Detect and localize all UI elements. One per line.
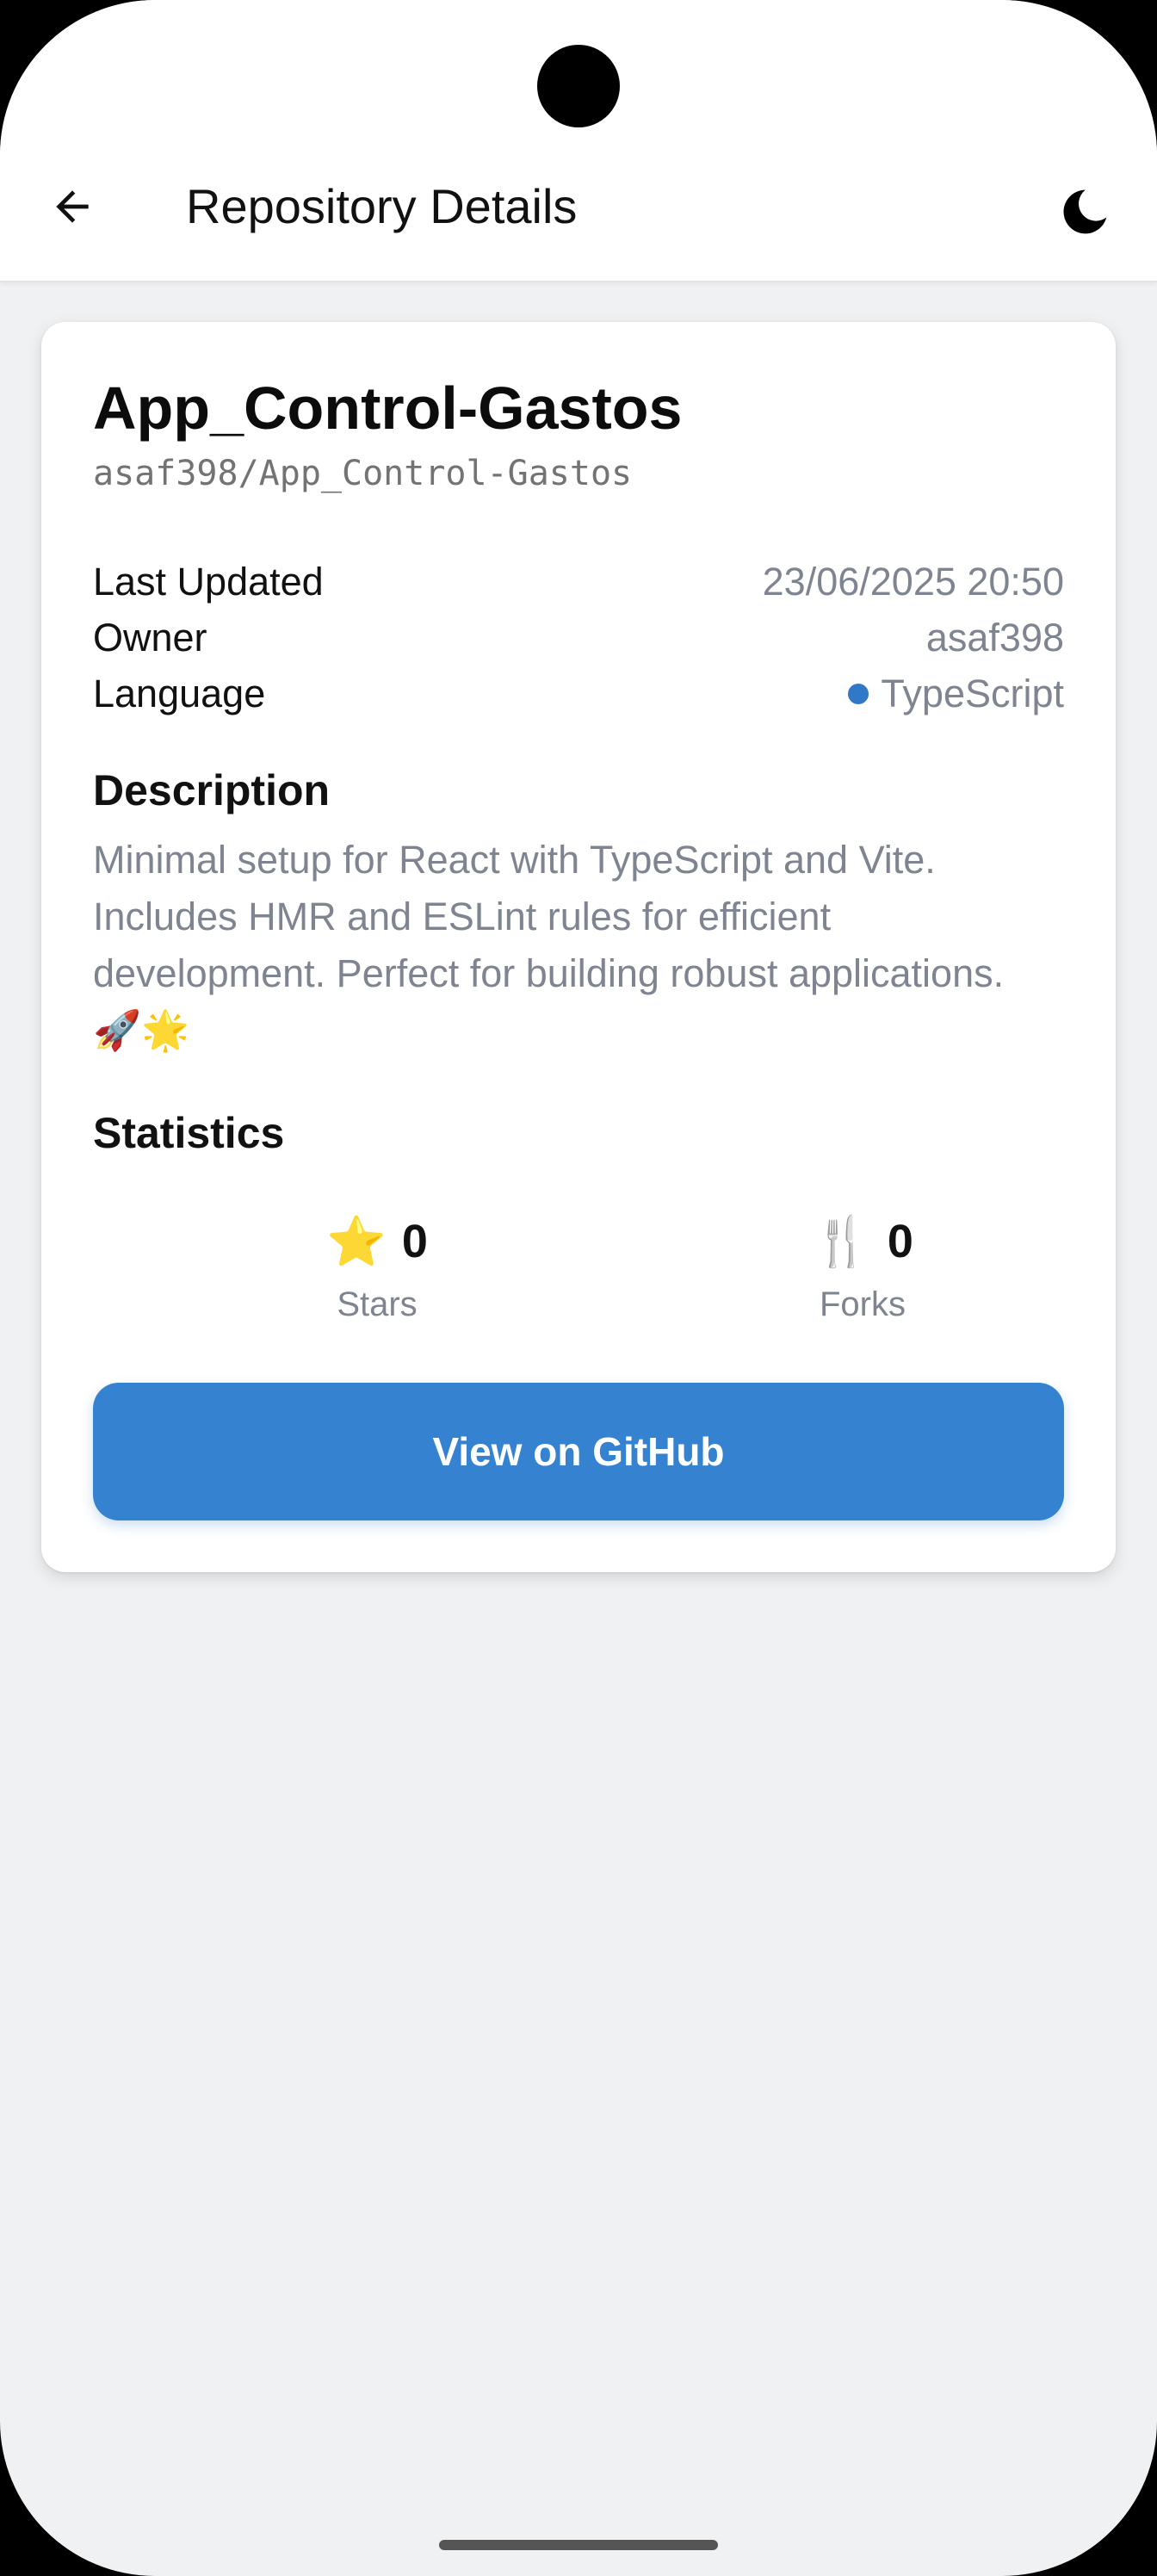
language-color-dot — [848, 684, 869, 704]
language-name: TypeScript — [881, 672, 1064, 715]
front-camera — [537, 45, 620, 127]
last-updated-label: Last Updated — [93, 560, 324, 604]
repo-details-card: App_Control-Gastos asaf398/App_Control-G… — [41, 322, 1116, 1572]
stars-stat: ⭐ 0 Stars — [239, 1209, 515, 1326]
last-updated-value: 23/06/2025 20:50 — [762, 560, 1064, 604]
view-on-github-button[interactable]: View on GitHub — [93, 1383, 1064, 1520]
stars-count: 0 — [401, 1216, 428, 1267]
owner-value: asaf398 — [925, 616, 1064, 659]
description-title: Description — [93, 766, 331, 814]
app-bar: Repository Details — [0, 0, 1157, 282]
theme-toggle-button[interactable] — [1050, 177, 1119, 246]
moon-icon — [1063, 189, 1107, 234]
stars-label: Stars — [337, 1285, 418, 1323]
last-updated-row: Last Updated 23/06/2025 20:50 — [93, 554, 1064, 610]
language-value: TypeScript — [848, 672, 1064, 716]
star-icon: ⭐ — [326, 1214, 387, 1268]
owner-row: Owner asaf398 — [93, 610, 1064, 666]
forks-stat: 🍴 0 Forks — [725, 1209, 1000, 1326]
repo-full-name: asaf398/App_Control-Gastos — [93, 454, 633, 493]
page-title: Repository Details — [186, 179, 578, 233]
fork-knife-icon: 🍴 — [812, 1214, 872, 1268]
forks-label: Forks — [820, 1285, 906, 1323]
language-label: Language — [93, 672, 266, 715]
owner-label: Owner — [93, 616, 207, 659]
forks-count: 0 — [887, 1216, 913, 1267]
back-button[interactable] — [38, 172, 107, 241]
arrow-left-icon — [56, 190, 89, 223]
phone-screen: Repository Details App_Control-Gastos as… — [0, 0, 1157, 2576]
description-text: Minimal setup for React with TypeScript … — [93, 838, 1005, 1052]
statistics-title: Statistics — [93, 1109, 285, 1157]
repo-name: App_Control-Gastos — [93, 375, 683, 442]
home-indicator[interactable] — [439, 2540, 718, 2550]
language-row: Language TypeScript — [93, 666, 1064, 721]
